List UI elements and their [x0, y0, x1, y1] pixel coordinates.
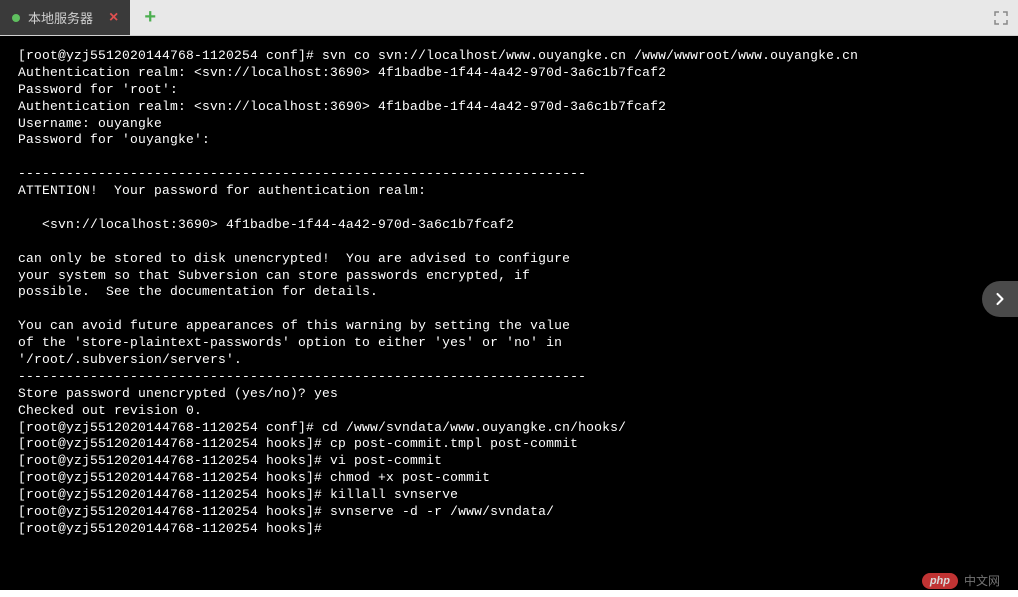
terminal-line: Store password unencrypted (yes/no)? yes — [18, 386, 1000, 403]
watermark-logo: php — [922, 573, 958, 589]
terminal-output[interactable]: [root@yzj5512020144768-1120254 conf]# sv… — [0, 36, 1018, 590]
terminal-line: your system so that Subversion can store… — [18, 268, 1000, 285]
terminal-line: can only be stored to disk unencrypted! … — [18, 251, 1000, 268]
terminal-line: ATTENTION! Your password for authenticat… — [18, 183, 1000, 200]
scroll-right-button[interactable] — [982, 281, 1018, 317]
terminal-line — [18, 149, 1000, 166]
tab-bar: 本地服务器 × + — [0, 0, 1018, 36]
terminal-line: [root@yzj5512020144768-1120254 hooks]# v… — [18, 453, 1000, 470]
terminal-line: of the 'store-plaintext-passwords' optio… — [18, 335, 1000, 352]
terminal-line: ----------------------------------------… — [18, 166, 1000, 183]
plus-icon: + — [144, 6, 156, 29]
terminal-line — [18, 200, 1000, 217]
terminal-line: Checked out revision 0. — [18, 403, 1000, 420]
chevron-right-icon — [990, 289, 1010, 309]
terminal-line — [18, 234, 1000, 251]
terminal-line: Username: ouyangke — [18, 116, 1000, 133]
tab-local-server[interactable]: 本地服务器 × — [0, 0, 130, 35]
terminal-line: ----------------------------------------… — [18, 369, 1000, 386]
terminal-line: [root@yzj5512020144768-1120254 hooks]# s… — [18, 504, 1000, 521]
fullscreen-icon[interactable] — [994, 11, 1008, 25]
terminal-line: Password for 'ouyangke': — [18, 132, 1000, 149]
terminal-line: [root@yzj5512020144768-1120254 hooks]# c… — [18, 436, 1000, 453]
watermark-text: 中文网 — [964, 572, 1000, 589]
add-tab-button[interactable]: + — [130, 0, 170, 35]
terminal-line: [root@yzj5512020144768-1120254 hooks]# k… — [18, 487, 1000, 504]
terminal-line: [root@yzj5512020144768-1120254 hooks]# c… — [18, 470, 1000, 487]
terminal-line: possible. See the documentation for deta… — [18, 284, 1000, 301]
terminal-line — [18, 301, 1000, 318]
terminal-line: [root@yzj5512020144768-1120254 conf]# cd… — [18, 420, 1000, 437]
terminal-line: <svn://localhost:3690> 4f1badbe-1f44-4a4… — [18, 217, 1000, 234]
terminal-line: You can avoid future appearances of this… — [18, 318, 1000, 335]
terminal-line: Authentication realm: <svn://localhost:3… — [18, 99, 1000, 116]
close-icon[interactable]: × — [109, 9, 118, 27]
terminal-line: Password for 'root': — [18, 82, 1000, 99]
watermark: php 中文网 — [922, 572, 1000, 589]
terminal-line: '/root/.subversion/servers'. — [18, 352, 1000, 369]
terminal-line: [root@yzj5512020144768-1120254 hooks]# — [18, 521, 1000, 538]
terminal-line: Authentication realm: <svn://localhost:3… — [18, 65, 1000, 82]
terminal-line: [root@yzj5512020144768-1120254 conf]# sv… — [18, 48, 1000, 65]
tab-title: 本地服务器 — [28, 8, 93, 27]
tab-status-indicator — [12, 14, 20, 22]
